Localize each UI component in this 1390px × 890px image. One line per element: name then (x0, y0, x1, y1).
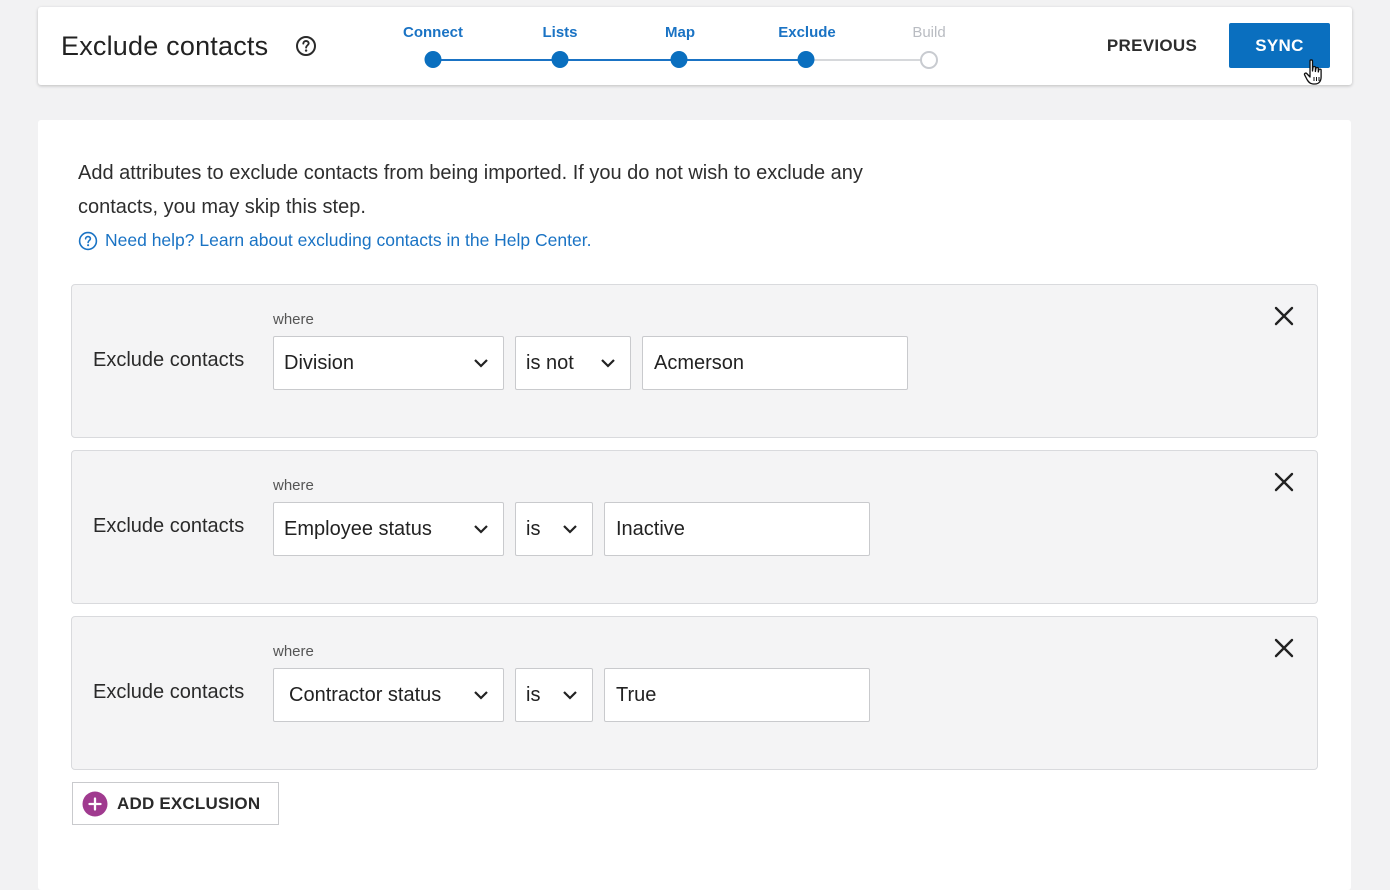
exclusion-rule: Exclude contacts where Division is not A… (71, 284, 1318, 438)
attribute-select-value: Employee status (284, 517, 432, 540)
operator-select[interactable]: is not (515, 336, 631, 390)
step-label-build: Build (912, 24, 946, 41)
hand-cursor-icon (1303, 59, 1322, 85)
step-label-exclude[interactable]: Exclude (778, 24, 836, 41)
step-connector (806, 59, 929, 61)
help-circle-icon (78, 231, 98, 250)
chevron-down-icon (563, 691, 577, 700)
where-label: where (273, 643, 314, 660)
value-input[interactable]: Inactive (604, 502, 870, 556)
close-icon[interactable] (1273, 637, 1295, 659)
step-label-map[interactable]: Map (665, 24, 695, 41)
step-dot-map[interactable] (670, 51, 688, 68)
chevron-down-icon (474, 525, 488, 534)
add-exclusion-label: ADD EXCLUSION (117, 793, 261, 813)
attribute-select[interactable]: Division (273, 336, 504, 390)
wizard-header: Exclude contacts Connect Lists Map Exclu… (38, 7, 1352, 85)
help-center-link[interactable]: Need help? Learn about excluding contact… (78, 230, 591, 251)
help-icon[interactable] (295, 35, 317, 57)
step-connector (560, 59, 679, 61)
where-label: where (273, 477, 314, 494)
rule-label: Exclude contacts (93, 515, 245, 537)
operator-select-value: is not (526, 351, 574, 374)
where-label: where (273, 311, 314, 328)
close-icon[interactable] (1273, 305, 1295, 327)
attribute-select[interactable]: Contractor status (273, 668, 504, 722)
chevron-down-icon (563, 525, 577, 534)
attribute-select[interactable]: Employee status (273, 502, 504, 556)
value-input[interactable]: Acmerson (642, 336, 908, 390)
operator-select[interactable]: is (515, 502, 593, 556)
page-title: Exclude contacts (61, 31, 269, 61)
close-icon[interactable] (1273, 471, 1295, 493)
step-dot-build (920, 51, 938, 69)
step-dot-exclude[interactable] (797, 51, 815, 68)
operator-select-value: is (526, 517, 541, 540)
plus-circle-icon (82, 791, 108, 816)
exclusion-rule: Exclude contacts where Contractor status… (71, 616, 1318, 770)
step-connector (679, 59, 806, 61)
operator-select-value: is (526, 683, 541, 706)
chevron-down-icon (474, 359, 488, 368)
value-input[interactable]: True (604, 668, 870, 722)
step-label-lists[interactable]: Lists (542, 24, 577, 41)
operator-select[interactable]: is (515, 668, 593, 722)
intro-text: Add attributes to exclude contacts from … (78, 162, 863, 218)
chevron-down-icon (474, 691, 488, 700)
step-dot-connect[interactable] (424, 51, 442, 68)
rule-label: Exclude contacts (93, 681, 245, 703)
exclusion-panel: Add attributes to exclude contacts from … (38, 120, 1351, 890)
help-link-label[interactable]: Need help? Learn about excluding contact… (105, 230, 591, 251)
add-exclusion-button[interactable]: ADD EXCLUSION (72, 782, 279, 825)
step-label-connect[interactable]: Connect (403, 24, 463, 41)
attribute-select-value: Contractor status (289, 683, 442, 706)
step-dot-lists[interactable] (551, 51, 569, 68)
step-connector (433, 59, 560, 61)
attribute-select-value: Division (284, 351, 355, 374)
previous-button[interactable]: PREVIOUS (1092, 24, 1212, 68)
chevron-down-icon (601, 359, 615, 368)
exclusion-rule: Exclude contacts where Employee status i… (71, 450, 1318, 604)
rule-label: Exclude contacts (93, 349, 245, 371)
